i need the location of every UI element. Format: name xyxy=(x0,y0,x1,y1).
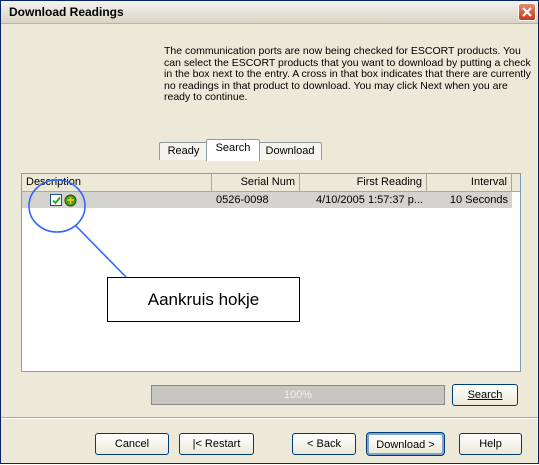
row-first-reading: 4/10/2005 1:57:37 p... xyxy=(315,194,423,206)
close-icon xyxy=(522,7,532,17)
row-serial: 0526-0098 xyxy=(216,194,269,206)
cancel-button-label: Cancel xyxy=(114,438,150,450)
escort-product-icon xyxy=(64,194,77,207)
tab-search[interactable]: Search xyxy=(206,139,260,161)
window-title: Download Readings xyxy=(9,5,124,19)
close-button[interactable] xyxy=(518,3,536,21)
back-button-label: < Back xyxy=(307,438,341,450)
table-row[interactable]: 0526-0098 4/10/2005 1:57:37 p... 10 Seco… xyxy=(22,192,512,208)
restart-button[interactable]: |< Restart xyxy=(179,433,254,455)
checkmark-icon xyxy=(52,196,61,205)
divider xyxy=(1,417,538,419)
list-header: Description Serial Num First Reading Int… xyxy=(22,174,520,192)
tab-download[interactable]: Download xyxy=(258,142,322,160)
back-button[interactable]: < Back xyxy=(292,433,356,455)
annotation-callout: Aankruis hokje xyxy=(107,277,300,322)
cancel-button[interactable]: Cancel xyxy=(95,433,169,455)
row-checkbox[interactable] xyxy=(50,194,62,206)
intro-text: The communication ports are now being ch… xyxy=(164,45,531,103)
title-bar[interactable]: Download Readings xyxy=(1,1,538,24)
help-button[interactable]: Help xyxy=(459,433,522,455)
product-list[interactable]: Description Serial Num First Reading Int… xyxy=(21,173,521,372)
restart-button-label: |< Restart xyxy=(192,438,241,450)
header-interval[interactable]: Interval xyxy=(427,174,512,191)
download-button-label: Download > xyxy=(376,439,435,451)
vertical-scrollbar[interactable] xyxy=(503,174,520,371)
annotation-text: Aankruis hokje xyxy=(147,290,260,309)
header-description[interactable]: Description xyxy=(22,174,212,191)
tab-ready-label: Ready xyxy=(167,145,200,157)
row-interval: 10 Seconds xyxy=(449,194,508,206)
search-progress-bar: 100% xyxy=(151,385,445,405)
tab-download-label: Download xyxy=(265,145,315,157)
progress-text: 100% xyxy=(283,389,313,401)
download-readings-window: Download Readings The communication port… xyxy=(0,0,539,464)
tab-search-label: Search xyxy=(215,142,251,154)
download-button[interactable]: Download > xyxy=(366,432,445,456)
header-serial-num[interactable]: Serial Num xyxy=(212,174,300,191)
help-button-label: Help xyxy=(479,438,502,450)
tab-ready[interactable]: Ready xyxy=(159,142,208,160)
header-first-reading[interactable]: First Reading xyxy=(300,174,427,191)
search-button-label: Search xyxy=(467,389,503,401)
search-button[interactable]: Search xyxy=(452,384,518,406)
